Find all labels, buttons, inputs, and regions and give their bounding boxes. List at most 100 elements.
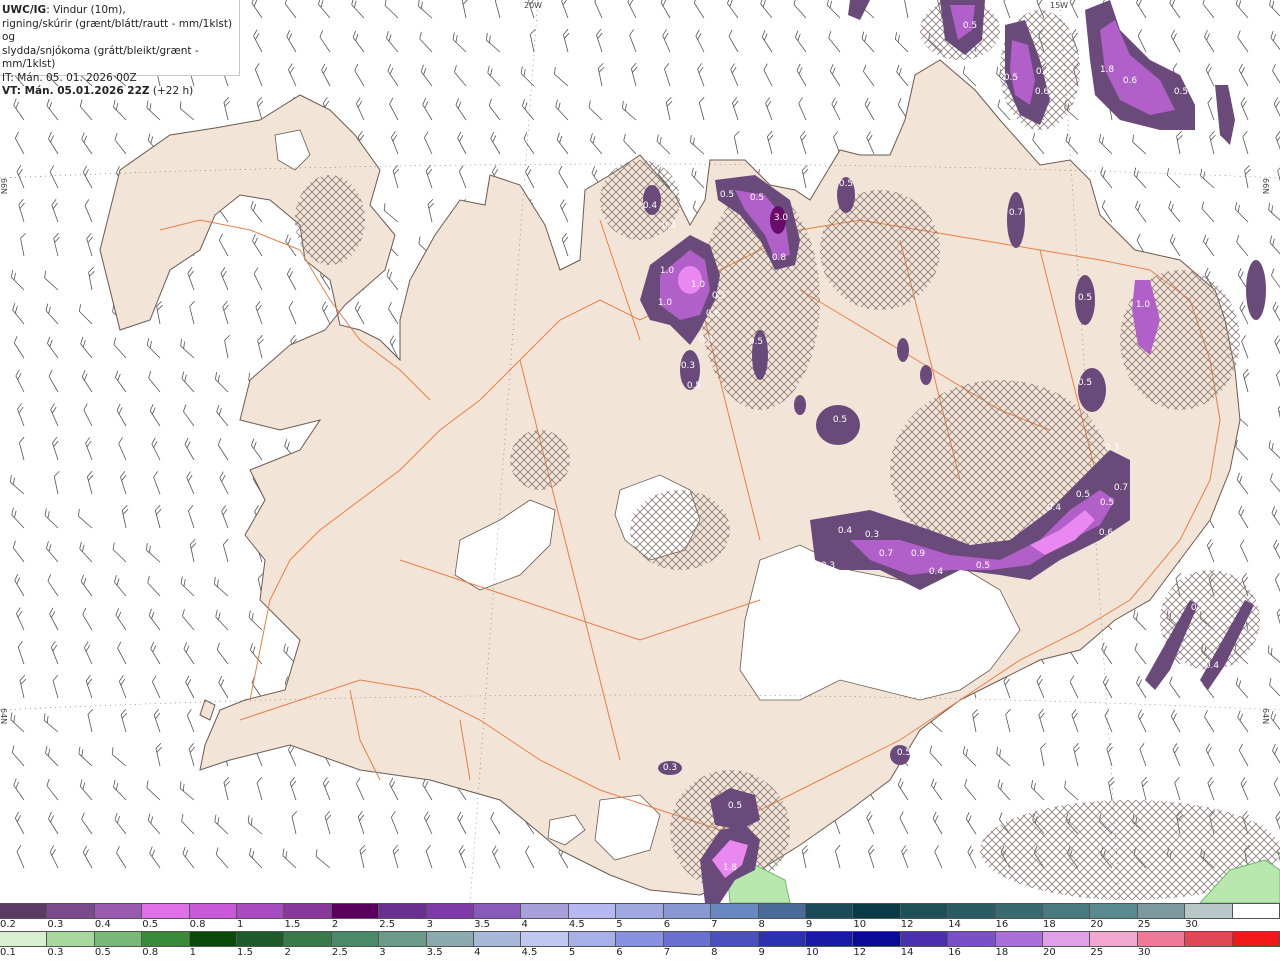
wind-barb bbox=[256, 777, 268, 800]
legend-swatch bbox=[237, 904, 284, 918]
wind-barb bbox=[178, 339, 198, 358]
legend-rain-bar bbox=[0, 931, 1280, 947]
wind-barb bbox=[144, 338, 164, 358]
legend-label: 0.3 bbox=[47, 947, 63, 958]
wind-barb bbox=[179, 814, 199, 834]
wind-barb bbox=[155, 743, 166, 766]
wind-barb bbox=[42, 271, 62, 290]
legend-label: 4 bbox=[474, 947, 480, 958]
wind-barb bbox=[250, 234, 267, 256]
wind-barb bbox=[561, 233, 574, 256]
wind-barb bbox=[489, 132, 505, 154]
wind-barb bbox=[1269, 269, 1280, 290]
wind-barb bbox=[250, 0, 267, 18]
precip-value-label: 0.7 bbox=[879, 549, 893, 559]
wind-barb bbox=[42, 508, 62, 528]
wind-barb bbox=[224, 335, 234, 358]
wind-barb bbox=[76, 747, 96, 766]
wind-barb bbox=[49, 403, 63, 426]
wind-barb bbox=[892, 32, 912, 52]
legend-label: 0.8 bbox=[190, 919, 206, 930]
wind-barb bbox=[689, 168, 708, 188]
info-init-time: IT: Mán. 05. 01. 2026 00Z bbox=[2, 72, 237, 86]
legend-label: 0.2 bbox=[0, 919, 16, 930]
wind-barb bbox=[1096, 134, 1116, 154]
wind-barb bbox=[82, 404, 97, 426]
legend-swatch bbox=[759, 904, 806, 918]
wind-barb bbox=[1103, 709, 1117, 732]
wind-barb bbox=[1270, 64, 1280, 86]
wind-barb bbox=[1130, 135, 1150, 154]
legend-swatch bbox=[284, 904, 331, 918]
precip-value-label: 0.5 bbox=[750, 193, 764, 203]
wind-barb bbox=[828, 64, 845, 86]
legend-label: 14 bbox=[948, 919, 961, 930]
wind-barb bbox=[75, 509, 96, 528]
legend-swatch bbox=[901, 904, 948, 918]
wind-barb bbox=[179, 372, 198, 392]
wind-barb bbox=[8, 713, 28, 732]
wind-barb bbox=[518, 66, 538, 86]
wind-barb bbox=[1201, 235, 1219, 256]
wind-barb bbox=[1169, 30, 1185, 52]
wind-barb bbox=[349, 0, 368, 18]
wind-barb bbox=[964, 812, 981, 834]
legend-swatch bbox=[664, 932, 711, 946]
precip-value-label: 0.5 bbox=[687, 381, 701, 391]
wind-barb bbox=[731, 97, 744, 120]
wind-barb bbox=[79, 813, 97, 834]
legend-label: 4.5 bbox=[521, 947, 537, 958]
wind-barb bbox=[1070, 709, 1083, 732]
wind-barb bbox=[150, 438, 165, 460]
wind-barb bbox=[423, 812, 438, 834]
wind-barb bbox=[113, 371, 131, 392]
precip-value-label: 0.4 bbox=[662, 221, 677, 231]
wind-barb bbox=[392, 845, 404, 868]
wind-barb bbox=[44, 541, 63, 562]
wind-barb bbox=[417, 32, 436, 52]
wind-barb bbox=[1106, 743, 1118, 766]
wind-barb bbox=[1030, 133, 1049, 154]
wind-barb bbox=[454, 98, 471, 120]
wind-barb bbox=[960, 746, 980, 766]
legend-swatch bbox=[427, 904, 474, 918]
wind-barb bbox=[119, 471, 132, 494]
legend-swatch bbox=[1090, 932, 1137, 946]
wind-barb bbox=[1171, 743, 1185, 766]
wind-barb bbox=[826, 31, 845, 52]
wind-barb bbox=[248, 643, 267, 664]
wind-barb bbox=[249, 439, 267, 460]
wind-barb bbox=[48, 166, 63, 188]
lon-label-20w: 20W bbox=[524, 1, 542, 10]
wind-barb bbox=[112, 133, 130, 154]
legend-label: 3 bbox=[427, 919, 433, 930]
wind-barb bbox=[1133, 201, 1151, 222]
wind-barb bbox=[1038, 709, 1050, 732]
wind-barb bbox=[1136, 710, 1151, 732]
wind-barb bbox=[287, 64, 302, 86]
wind-barb bbox=[630, 63, 641, 86]
wind-barb bbox=[696, 63, 709, 86]
wind-barb bbox=[867, 845, 880, 868]
wind-barb bbox=[392, 165, 404, 188]
wind-barb bbox=[388, 98, 404, 120]
wind-barb bbox=[112, 813, 130, 834]
wind-barb bbox=[1265, 645, 1280, 664]
wind-barb bbox=[1202, 30, 1219, 52]
wind-barb bbox=[79, 133, 97, 154]
wind-barb bbox=[217, 676, 233, 698]
wind-barb bbox=[1235, 473, 1253, 494]
precip-value-label: 0.7 bbox=[1009, 208, 1023, 218]
legend-swatch bbox=[0, 904, 47, 918]
wind-barb bbox=[725, 0, 743, 18]
wind-barb bbox=[458, 165, 472, 188]
wind-barb bbox=[45, 337, 63, 358]
legend-snow: 0.20.30.40.50.811.522.533.544.5567891012… bbox=[0, 903, 1280, 933]
precip-value-label: 0.5 bbox=[963, 21, 977, 31]
precip-value-label: 0.4 bbox=[699, 335, 714, 345]
wind-barb bbox=[186, 709, 200, 732]
wind-barb bbox=[20, 233, 30, 256]
legend-swatch bbox=[0, 932, 47, 946]
precip-value-label: 1.0 bbox=[1136, 300, 1151, 310]
wind-barb bbox=[252, 30, 268, 52]
